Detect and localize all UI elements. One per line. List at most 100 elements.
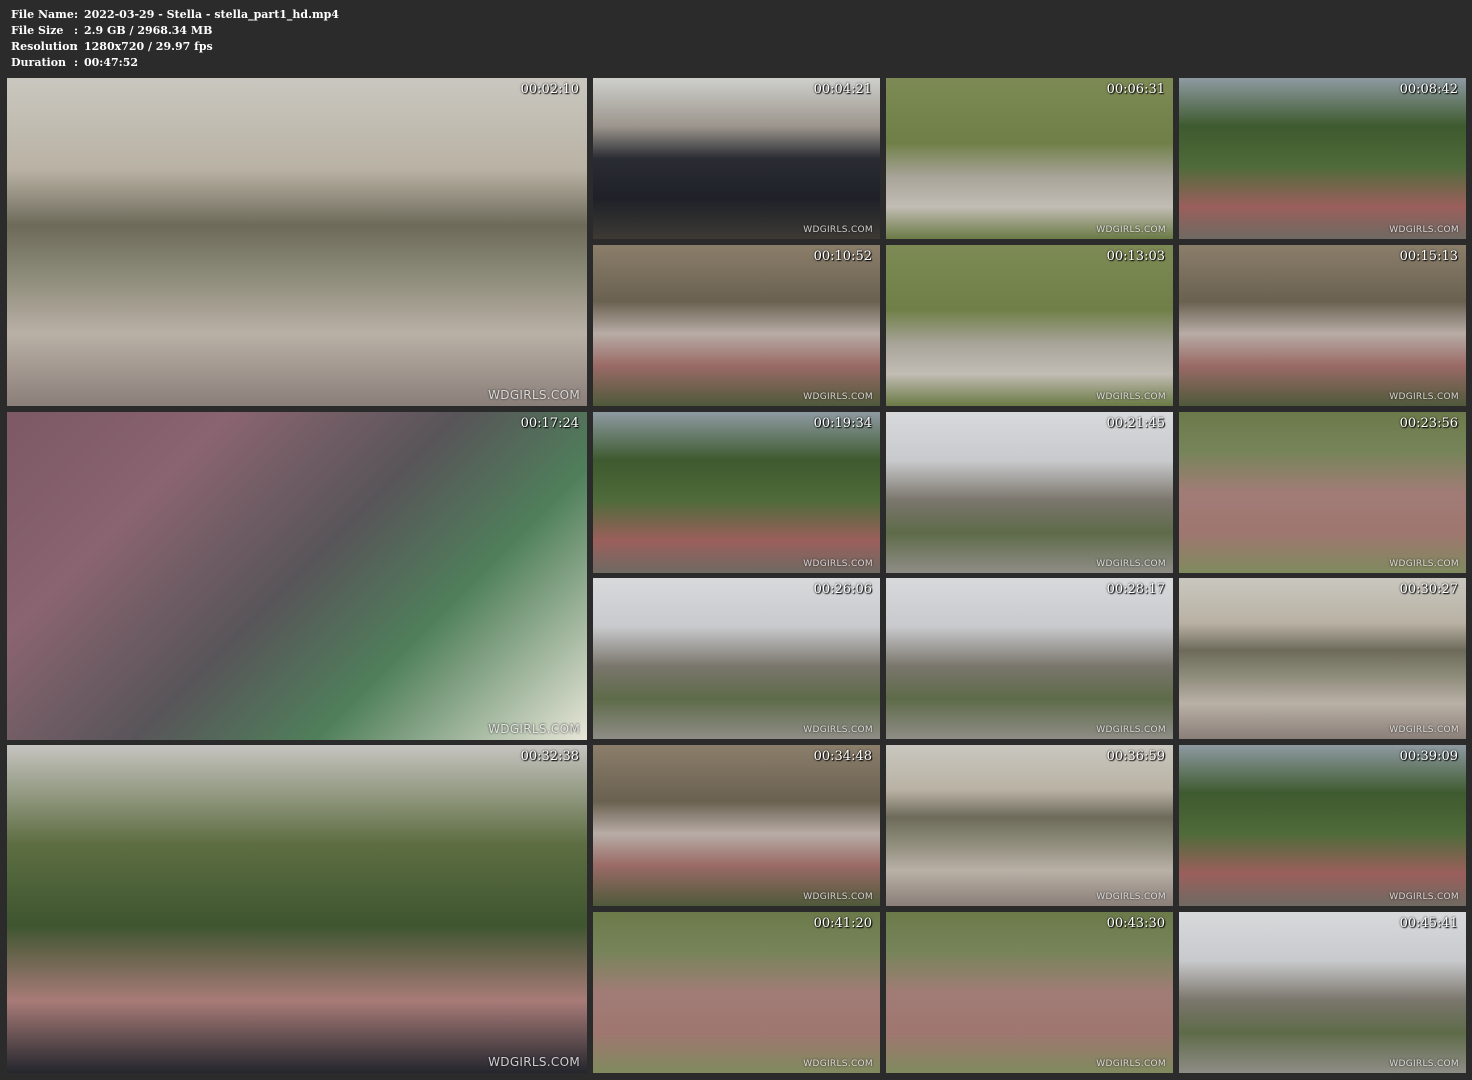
timestamp: 00:39:09: [1399, 749, 1458, 764]
resolution-label: Resolution: [11, 40, 78, 53]
video-thumbnail[interactable]: 00:13:03 WDGIRLS.COM: [886, 245, 1173, 406]
timestamp: 00:13:03: [1106, 249, 1165, 264]
video-thumbnail[interactable]: 00:23:56 WDGIRLS.COM: [1179, 412, 1466, 573]
file-name-label: File Name: [11, 8, 74, 21]
watermark: WDGIRLS.COM: [1096, 559, 1166, 569]
timestamp: 00:34:48: [813, 749, 872, 764]
watermark: WDGIRLS.COM: [1096, 225, 1166, 235]
thumbnail-image: [886, 745, 1173, 906]
watermark: WDGIRLS.COM: [1389, 225, 1459, 235]
thumbnail-image: [593, 745, 880, 906]
watermark: WDGIRLS.COM: [488, 1055, 580, 1069]
thumbnail-image: [1179, 578, 1466, 739]
video-thumbnail[interactable]: 00:39:09 WDGIRLS.COM: [1179, 745, 1466, 906]
timestamp: 00:02:10: [520, 82, 579, 97]
thumbnail-image: [593, 578, 880, 739]
timestamp: 00:08:42: [1399, 82, 1458, 97]
duration-value: 00:47:52: [84, 56, 139, 69]
resolution-value: 1280x720 / 29.97 fps: [84, 40, 213, 53]
thumbnail-image: [1179, 78, 1466, 239]
timestamp: 00:19:34: [813, 416, 872, 431]
watermark: WDGIRLS.COM: [1389, 725, 1459, 735]
watermark: WDGIRLS.COM: [803, 1059, 873, 1069]
video-thumbnail[interactable]: 00:21:45 WDGIRLS.COM: [886, 412, 1173, 573]
file-size-label: File Size: [11, 24, 64, 37]
watermark: WDGIRLS.COM: [1389, 559, 1459, 569]
thumbnail-image: [886, 78, 1173, 239]
watermark: WDGIRLS.COM: [803, 225, 873, 235]
duration-row: Duration : 00:47:52: [11, 55, 339, 71]
thumbnail-image: [593, 245, 880, 406]
video-thumbnail[interactable]: 00:17:24 WDGIRLS.COM: [7, 412, 587, 740]
timestamp: 00:28:17: [1106, 582, 1165, 597]
watermark: WDGIRLS.COM: [803, 559, 873, 569]
video-thumbnail[interactable]: 00:32:38 WDGIRLS.COM: [7, 745, 587, 1073]
video-thumbnail[interactable]: 00:15:13 WDGIRLS.COM: [1179, 245, 1466, 406]
thumbnail-image: [7, 78, 587, 406]
timestamp: 00:21:45: [1106, 416, 1165, 431]
watermark: WDGIRLS.COM: [488, 388, 580, 402]
video-thumbnail[interactable]: 00:28:17 WDGIRLS.COM: [886, 578, 1173, 739]
timestamp: 00:26:06: [813, 582, 872, 597]
thumbnail-image: [886, 245, 1173, 406]
timestamp: 00:23:56: [1399, 416, 1458, 431]
video-thumbnail[interactable]: 00:30:27 WDGIRLS.COM: [1179, 578, 1466, 739]
thumbnail-image: [886, 912, 1173, 1073]
file-name-value: 2022-03-29 - Stella - stella_part1_hd.mp…: [84, 8, 339, 21]
thumbnail-image: [1179, 745, 1466, 906]
video-thumbnail[interactable]: 00:45:41 WDGIRLS.COM: [1179, 912, 1466, 1073]
video-thumbnail[interactable]: 00:43:30 WDGIRLS.COM: [886, 912, 1173, 1073]
timestamp: 00:41:20: [813, 916, 872, 931]
file-size-value: 2.9 GB / 2968.34 MB: [84, 24, 213, 37]
watermark: WDGIRLS.COM: [1096, 725, 1166, 735]
video-thumbnail[interactable]: 00:06:31 WDGIRLS.COM: [886, 78, 1173, 239]
colon: :: [74, 56, 79, 69]
colon: :: [74, 8, 79, 21]
timestamp: 00:36:59: [1106, 749, 1165, 764]
file-name-row: File Name : 2022-03-29 - Stella - stella…: [11, 7, 339, 23]
video-thumbnail[interactable]: 00:26:06 WDGIRLS.COM: [593, 578, 880, 739]
video-thumbnail[interactable]: 00:04:21 WDGIRLS.COM: [593, 78, 880, 239]
video-thumbnail[interactable]: 00:02:10 WDGIRLS.COM: [7, 78, 587, 406]
thumbnail-image: [593, 912, 880, 1073]
timestamp: 00:06:31: [1106, 82, 1165, 97]
watermark: WDGIRLS.COM: [1096, 392, 1166, 402]
timestamp: 00:43:30: [1106, 916, 1165, 931]
file-info: File Name : 2022-03-29 - Stella - stella…: [11, 7, 339, 71]
file-size-row: File Size : 2.9 GB / 2968.34 MB: [11, 23, 339, 39]
thumbnail-image: [593, 78, 880, 239]
watermark: WDGIRLS.COM: [803, 725, 873, 735]
thumbnail-image: [1179, 245, 1466, 406]
thumbnail-image: [886, 578, 1173, 739]
watermark: WDGIRLS.COM: [1389, 1059, 1459, 1069]
colon: :: [74, 40, 79, 53]
video-thumbnail[interactable]: 00:19:34 WDGIRLS.COM: [593, 412, 880, 573]
timestamp: 00:45:41: [1399, 916, 1458, 931]
timestamp: 00:10:52: [813, 249, 872, 264]
video-thumbnail[interactable]: 00:08:42 WDGIRLS.COM: [1179, 78, 1466, 239]
watermark: WDGIRLS.COM: [803, 892, 873, 902]
timestamp: 00:30:27: [1399, 582, 1458, 597]
timestamp: 00:17:24: [520, 416, 579, 431]
watermark: WDGIRLS.COM: [488, 722, 580, 736]
video-thumbnail[interactable]: 00:36:59 WDGIRLS.COM: [886, 745, 1173, 906]
watermark: WDGIRLS.COM: [1096, 1059, 1166, 1069]
thumbnail-image: [7, 412, 587, 740]
timestamp: 00:15:13: [1399, 249, 1458, 264]
duration-label: Duration: [11, 56, 67, 69]
thumbnail-image: [1179, 412, 1466, 573]
thumbnail-image: [7, 745, 587, 1073]
resolution-row: Resolution : 1280x720 / 29.97 fps: [11, 39, 339, 55]
timestamp: 00:32:38: [520, 749, 579, 764]
video-thumbnail[interactable]: 00:10:52 WDGIRLS.COM: [593, 245, 880, 406]
timestamp: 00:04:21: [813, 82, 872, 97]
watermark: WDGIRLS.COM: [803, 392, 873, 402]
thumbnail-image: [593, 412, 880, 573]
video-thumbnail[interactable]: 00:41:20 WDGIRLS.COM: [593, 912, 880, 1073]
thumbnail-image: [1179, 912, 1466, 1073]
colon: :: [74, 24, 79, 37]
watermark: WDGIRLS.COM: [1389, 892, 1459, 902]
video-thumbnail[interactable]: 00:34:48 WDGIRLS.COM: [593, 745, 880, 906]
thumbnail-image: [886, 412, 1173, 573]
watermark: WDGIRLS.COM: [1389, 392, 1459, 402]
